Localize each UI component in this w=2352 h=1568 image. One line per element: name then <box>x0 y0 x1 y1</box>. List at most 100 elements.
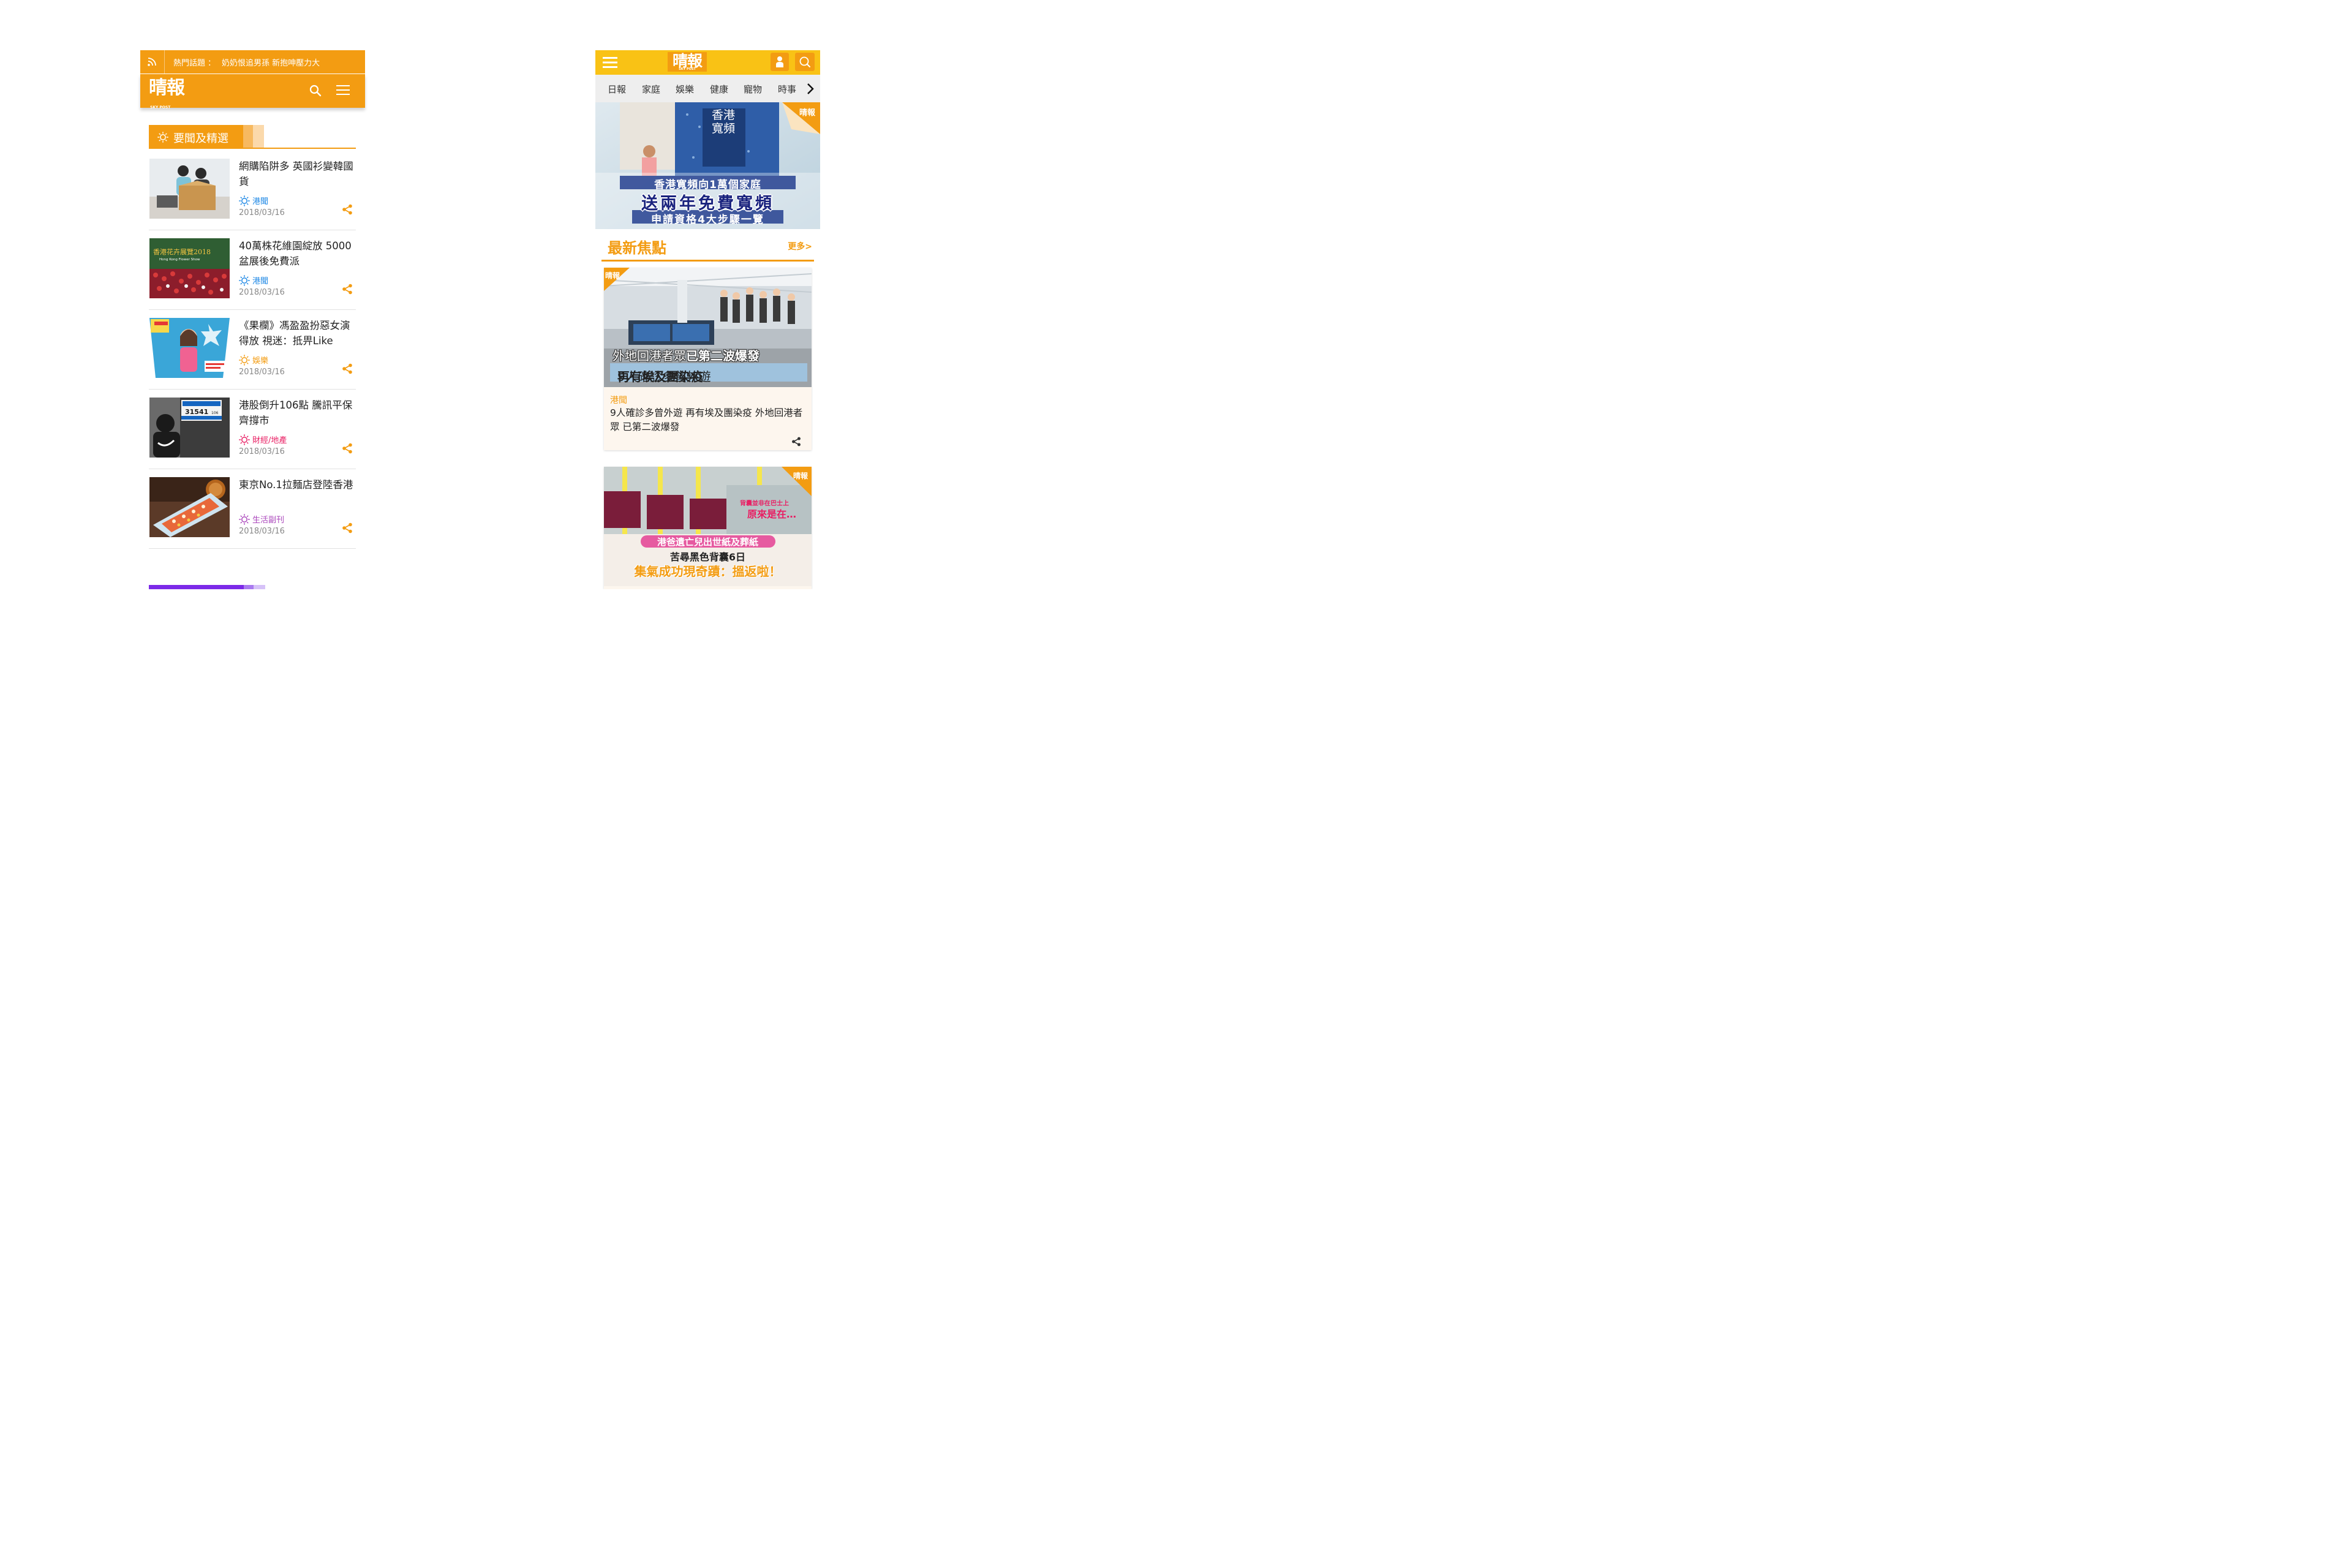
news-category[interactable]: 娛樂 <box>239 354 268 366</box>
news-item[interactable]: 東京No.1拉麵店登陸香港 生活副刊 2018/03/16 <box>149 469 356 549</box>
news-category-label: 港聞 <box>252 197 269 206</box>
news-date: 2018/03/16 <box>239 208 285 217</box>
news-title[interactable]: 網購陷阱多 英國衫變韓國貨 <box>239 159 355 189</box>
news-category[interactable]: 財經/地產 <box>239 434 287 445</box>
card-overlay-1b: 已第二波爆發 <box>686 349 760 363</box>
more-link[interactable]: 更多> <box>788 240 812 252</box>
drama-poster-icon <box>149 318 230 378</box>
flower-show-subtitle: Hong Kong Flower Show <box>159 258 200 262</box>
section-stripe <box>243 125 253 148</box>
hamburger-menu-icon[interactable] <box>603 56 617 69</box>
hot-topic-colon: ： <box>208 59 216 68</box>
card-overlay-d: 集氣成功現奇蹟：搵返啦！ <box>634 564 782 579</box>
news-title[interactable]: 《果欄》馮盈盈扮惡女演得放 視迷：抵畀Like <box>239 318 355 349</box>
card-category[interactable]: 港聞 <box>610 394 627 406</box>
category-tab[interactable]: 健康 <box>710 83 728 96</box>
banner-sign: 香港寬頻 <box>712 108 736 135</box>
right-phone-screen: 晴報 SKY POST 日報 家庭 娛樂 健康 寵物 時事 香港寬頻 晴報 香港… <box>595 50 820 589</box>
search-icon[interactable] <box>309 85 322 97</box>
sun-icon <box>239 195 250 206</box>
news-card-image[interactable]: 晴報 外地回港者眾已第二波爆發 9人確診多曾外遊 再有埃及團染疫 <box>604 268 812 387</box>
share-icon[interactable] <box>342 363 353 374</box>
news-category[interactable]: 生活副刊 <box>239 513 284 525</box>
user-button[interactable] <box>771 53 789 71</box>
ramen-dish-icon <box>149 477 230 537</box>
news-card[interactable]: 晴報 外地回港者眾已第二波爆發 9人確診多曾外遊 再有埃及團染疫 港聞 9人確診多… <box>604 268 812 450</box>
share-icon[interactable] <box>791 437 801 447</box>
search-button[interactable] <box>795 53 815 71</box>
news-date: 2018/03/16 <box>239 447 285 456</box>
category-tab[interactable]: 時事 <box>778 83 796 96</box>
banner-line-1: 香港寬頻向1萬個家庭 <box>654 179 761 191</box>
stock-index-value: 31541 <box>185 408 208 416</box>
chevron-right-icon[interactable] <box>807 83 814 94</box>
news-category[interactable]: 港聞 <box>239 274 268 286</box>
share-icon[interactable] <box>342 522 353 533</box>
rss-icon <box>148 58 156 66</box>
category-nav: 日報 家庭 娛樂 健康 寵物 時事 <box>595 75 820 102</box>
stock-index-change: 106 <box>211 411 219 415</box>
logo-subtext: SKY POST <box>679 67 696 71</box>
news-item[interactable]: 香港花卉展覽2018 Hong Kong Flower Show 40萬株花維園… <box>149 230 356 310</box>
card-overlay-b: 港爸遺亡兒出世紙及葬紙 <box>657 537 758 548</box>
category-tab[interactable]: 日報 <box>608 83 626 96</box>
section-title: 要聞及精選 <box>173 132 228 145</box>
news-category-label: 港聞 <box>252 277 269 286</box>
share-icon[interactable] <box>342 284 353 295</box>
category-tab[interactable]: 家庭 <box>642 83 660 96</box>
share-icon[interactable] <box>342 204 353 215</box>
hot-topic-bar: 熱門話題： 奶奶恨追男孫 新抱呻壓力大 <box>140 50 365 74</box>
section-title: 最新焦點 <box>608 239 666 257</box>
news-thumbnail-drama[interactable] <box>149 318 230 378</box>
news-category-label: 生活副刊 <box>252 516 285 525</box>
news-item[interactable]: 31541 106 港股倒升106點 騰訊平保齊撐市 財經/地產 2018/03… <box>149 389 356 469</box>
section-title-pill: 要聞及精選 <box>149 125 243 148</box>
section-header: 要聞及精選 <box>149 125 356 149</box>
card-corner-logo: 晴報 <box>793 472 809 480</box>
banner-line-3: 申請資格4大步驟一覽 <box>651 214 764 226</box>
card-overlay-line-1: 外地回港者眾已第二波爆發 <box>612 346 760 364</box>
left-phone-screen: 熱門話題：奶奶恨追男孫 新抱呻壓力大 晴報 SKY POST 要聞及精選 網購陷… <box>140 50 365 595</box>
promo-banner[interactable]: 香港寬頻 晴報 香港寬頻向1萬個家庭 送兩年免費寬頻 申請資格4大步驟一覽 <box>595 102 820 229</box>
card-overlay-line-2: 9人確診多曾外遊 再有埃及團染疫 <box>610 363 807 384</box>
news-item[interactable]: 《果欄》馮盈盈扮惡女演得放 視迷：抵畀Like 娛樂 2018/03/16 <box>149 309 356 390</box>
news-thumbnail-ramen[interactable] <box>149 477 230 537</box>
news-thumbnail-flower-show[interactable]: 香港花卉展覽2018 Hong Kong Flower Show <box>149 238 230 298</box>
next-section-bar <box>149 585 265 589</box>
sun-icon <box>239 275 250 286</box>
user-icon <box>776 56 783 67</box>
news-title[interactable]: 東京No.1拉麵店登陸香港 <box>239 477 355 492</box>
news-card-image[interactable]: 晴報 背囊並非在巴士上 原來是在… 港爸遺亡兒出世紙及葬紙 苦尋黑色背囊6日 集… <box>604 467 812 586</box>
news-card[interactable]: 晴報 背囊並非在巴士上 原來是在… 港爸遺亡兒出世紙及葬紙 苦尋黑色背囊6日 集… <box>604 467 812 589</box>
hang-seng-board-icon: 31541 106 <box>149 398 230 458</box>
hot-topic[interactable]: 熱門話題： 奶奶恨追男孫 新抱呻壓力大 <box>173 56 320 68</box>
card-overlay-a: 原來是在… <box>747 508 797 520</box>
banner-corner-logo: 晴報 <box>799 108 816 118</box>
card-overlay-1a: 外地回港者眾 <box>612 349 686 363</box>
rss-button[interactable] <box>140 50 165 74</box>
category-tab[interactable]: 娛樂 <box>676 83 694 96</box>
news-thumbnail-online-shopping[interactable] <box>149 159 230 219</box>
flower-show-icon: 香港花卉展覽2018 Hong Kong Flower Show <box>149 238 230 298</box>
card-corner-logo: 晴報 <box>605 271 620 280</box>
sun-icon <box>239 355 250 366</box>
news-date: 2018/03/16 <box>239 368 285 377</box>
news-title[interactable]: 港股倒升106點 騰訊平保齊撐市 <box>239 398 355 428</box>
news-thumbnail-stocks[interactable]: 31541 106 <box>149 398 230 458</box>
hot-topic-link[interactable]: 奶奶恨追男孫 新抱呻壓力大 <box>222 59 320 68</box>
card-overlay-2b: 再有埃及團染疫 <box>617 369 703 384</box>
news-category-label: 娛樂 <box>252 356 269 366</box>
category-tab[interactable]: 寵物 <box>744 83 762 96</box>
header: 晴報 SKY POST <box>140 74 365 110</box>
news-category[interactable]: 港聞 <box>239 195 268 206</box>
flower-show-title: 香港花卉展覽2018 <box>153 248 211 256</box>
online-shopping-icon <box>149 159 230 219</box>
section-underline <box>149 148 356 149</box>
card-title[interactable]: 9人確診多曾外遊 再有埃及團染疫 外地回港者眾 已第二波爆發 <box>610 406 806 434</box>
logo[interactable]: 晴報 SKY POST <box>149 77 185 110</box>
news-item[interactable]: 網購陷阱多 英國衫變韓國貨 港聞 2018/03/16 <box>149 150 356 230</box>
share-icon[interactable] <box>342 443 353 454</box>
logo[interactable]: 晴報 SKY POST <box>668 52 707 72</box>
news-title[interactable]: 40萬株花維園綻放 5000盆展後免費派 <box>239 238 355 269</box>
hamburger-menu-icon[interactable] <box>336 85 350 95</box>
